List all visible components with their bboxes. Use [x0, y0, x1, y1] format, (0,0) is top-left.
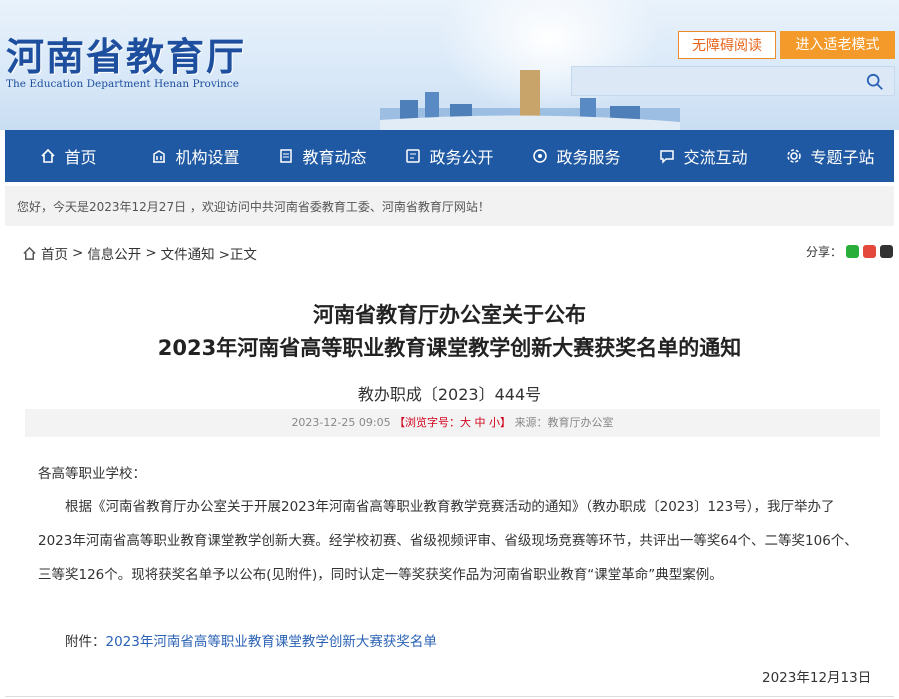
nav-item-org[interactable]: 机构设置	[132, 130, 259, 182]
breadcrumb-info-public[interactable]: 信息公开	[87, 243, 141, 263]
service-icon	[533, 149, 548, 163]
share-label: 分享：	[806, 245, 843, 259]
breadcrumb: 首页 > 信息公开 > 文件通知 >正文	[22, 243, 257, 263]
attachment-link[interactable]: 2023年河南省高等职业教育课堂教学创新大赛获奖名单	[106, 634, 437, 650]
qq-icon[interactable]	[880, 245, 894, 258]
document-icon	[280, 149, 293, 163]
attachment: 附件：2023年河南省高等职业教育课堂教学创新大赛获奖名单	[65, 625, 437, 659]
article-title-line2: 2023年河南省高等职业教育课堂教学创新大赛获奖名单的通知	[157, 336, 742, 360]
nav-label: 政务公开	[429, 148, 494, 167]
nav-item-service[interactable]: 政务服务	[513, 130, 640, 182]
site-header: 河南省教育厅 The Education Department Henan Pr…	[0, 0, 899, 130]
weibo-icon[interactable]	[863, 245, 877, 258]
file-icon	[406, 149, 421, 163]
accessible-reading-button[interactable]: 无障碍阅读	[678, 31, 776, 59]
divider	[5, 696, 894, 697]
nav-label: 机构设置	[175, 148, 240, 167]
attachment-label: 附件：	[65, 634, 106, 650]
nav-label: 教育动态	[302, 148, 367, 167]
gear-icon	[787, 149, 802, 163]
nav-item-public[interactable]: 政务公开	[386, 130, 513, 182]
main-nav: 首页 机构设置 教育动态 政务公开 政务服务 交流互动 专题子站	[5, 130, 894, 182]
home-icon	[23, 246, 36, 260]
publish-date: 2023-12-25 09:05	[291, 416, 391, 429]
article-body: 根据《河南省教育厅办公室关于开展2023年河南省高等职业教育教学竞赛活动的通知》…	[38, 490, 868, 592]
breadcrumb-notices[interactable]: 文件通知	[161, 243, 215, 263]
wechat-icon[interactable]	[846, 245, 860, 258]
addressee: 各高等职业学校：	[38, 466, 146, 482]
building-icon	[153, 150, 166, 163]
breadcrumb-separator: >	[145, 245, 157, 261]
share-bar: 分享：	[806, 243, 894, 260]
breadcrumb-home[interactable]: 首页	[41, 243, 68, 263]
nav-label: 交流互动	[683, 148, 748, 167]
search-input[interactable]	[578, 71, 852, 93]
breadcrumb-separator: >	[72, 245, 84, 261]
greeting-bar: 您好，今天是2023年12月27日 ，欢迎访问中共河南省委教育工委、河南省教育厅…	[5, 186, 894, 226]
nav-label: 政务服务	[556, 148, 621, 167]
breadcrumb-current: >正文	[218, 247, 257, 263]
nav-label: 专题子站	[810, 148, 875, 167]
body-paragraph: 根据《河南省教育厅办公室关于开展2023年河南省高等职业教育教学竞赛活动的通知》…	[38, 499, 858, 583]
site-title[interactable]: 河南省教育厅	[6, 26, 246, 81]
nav-label: 首页	[64, 148, 97, 167]
nav-item-topics[interactable]: 专题子站	[767, 130, 894, 182]
greeting-text: 您好，今天是2023年12月27日 ，欢迎访问中共河南省委教育工委、河南省教育厅…	[17, 200, 490, 214]
document-number: 教办职成〔2023〕444号	[357, 385, 542, 404]
nav-item-home[interactable]: 首页	[5, 130, 132, 182]
article-date: 2023年12月13日	[762, 670, 872, 686]
home-icon	[41, 148, 56, 163]
search-icon[interactable]	[866, 73, 884, 91]
elder-mode-button[interactable]: 进入适老模式	[780, 31, 895, 59]
article-meta: 2023-12-25 09:05 【浏览字号：大 中 小】 来源：教育厅办公室	[25, 409, 880, 437]
site-subtitle: The Education Department Henan Province	[6, 78, 239, 90]
nav-item-news[interactable]: 教育动态	[259, 130, 386, 182]
chat-icon	[660, 150, 675, 164]
font-size-switcher[interactable]: 【浏览字号：大 中 小】	[394, 416, 511, 429]
search-box	[571, 66, 895, 96]
nav-item-interact[interactable]: 交流互动	[640, 130, 767, 182]
article-title-line1: 河南省教育厅办公室关于公布	[313, 303, 586, 327]
article-source: 来源：教育厅办公室	[514, 416, 614, 429]
